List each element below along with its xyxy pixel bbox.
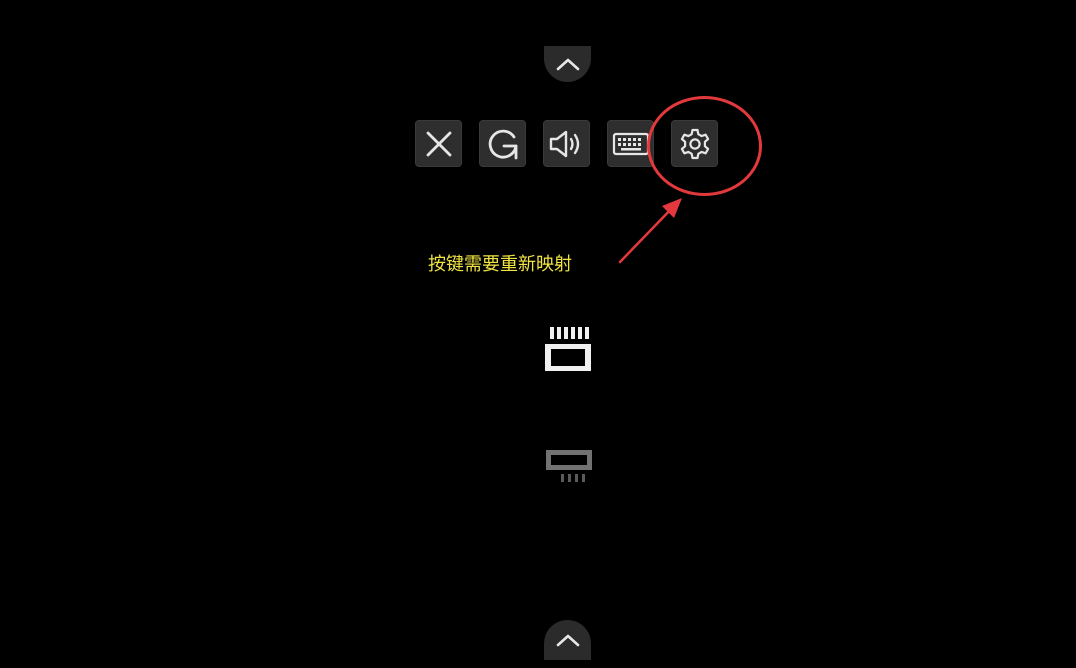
refresh-button[interactable]: [479, 120, 526, 167]
bottom-expand-tab[interactable]: [544, 620, 591, 660]
chevron-up-icon: [556, 58, 579, 71]
volume-button[interactable]: [543, 120, 590, 167]
screen: 按键需要重新映射: [0, 0, 1076, 668]
close-icon: [426, 131, 451, 156]
volume-icon: [549, 130, 579, 157]
top-expand-tab[interactable]: [544, 46, 591, 82]
annotation-arrow-icon: [618, 198, 682, 264]
keyboard-icon: [612, 132, 649, 155]
memory-card-icon: [545, 327, 591, 371]
annotation-text: 按键需要重新映射: [428, 254, 572, 275]
close-button[interactable]: [415, 120, 462, 167]
annotation-circle: [647, 96, 762, 196]
chevron-up-icon: [556, 634, 579, 647]
refresh-icon: [488, 129, 517, 159]
memory-card-icon: [546, 450, 592, 482]
